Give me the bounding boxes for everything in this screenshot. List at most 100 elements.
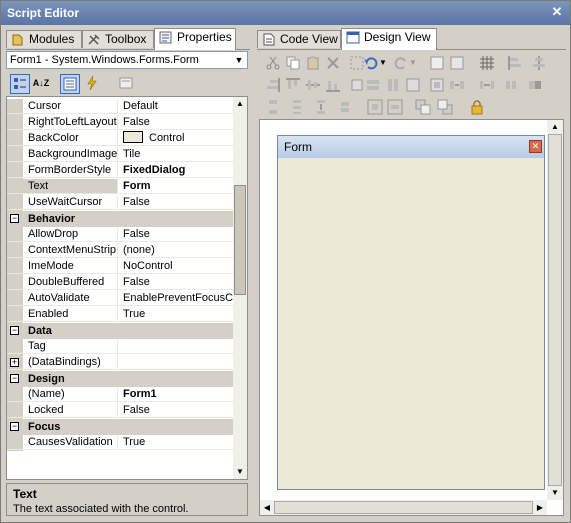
scroll-down-icon[interactable]: ▼ xyxy=(233,465,247,479)
property-row[interactable]: DoubleBuffered False xyxy=(7,275,233,291)
bring-to-front-icon[interactable] xyxy=(415,99,431,115)
lock-controls-icon[interactable] xyxy=(449,55,465,71)
property-row[interactable]: Tag xyxy=(7,339,233,355)
events-button[interactable] xyxy=(82,74,102,94)
scroll-thumb[interactable] xyxy=(274,501,533,514)
tab-order-icon[interactable] xyxy=(429,55,445,71)
property-value[interactable]: Default xyxy=(119,99,233,114)
property-value[interactable] xyxy=(119,355,233,370)
undo-icon[interactable] xyxy=(363,55,379,71)
chevron-down-icon[interactable]: ▼ xyxy=(231,52,247,68)
make-same-size-icon[interactable] xyxy=(405,77,421,93)
categorized-button[interactable] xyxy=(10,74,30,94)
canvas-vertical-scrollbar[interactable]: ▲ ▼ xyxy=(547,120,563,500)
property-pages-button[interactable] xyxy=(116,74,136,94)
property-row[interactable]: Text Form xyxy=(7,179,233,195)
tab-code-view[interactable]: Code View xyxy=(257,30,341,48)
property-category[interactable]: − Data xyxy=(7,323,233,339)
delete-icon[interactable] xyxy=(325,55,341,71)
property-value[interactable]: False xyxy=(119,115,233,130)
grid-icon[interactable] xyxy=(479,55,495,71)
property-row[interactable]: Enabled True xyxy=(7,307,233,323)
property-row[interactable]: ImeMode NoControl xyxy=(7,259,233,275)
align-bottom-icon[interactable] xyxy=(325,77,341,93)
collapse-icon[interactable]: − xyxy=(10,422,19,431)
decrease-hspacing-icon[interactable] xyxy=(503,77,519,93)
property-value[interactable]: True xyxy=(119,435,233,450)
align-center-icon[interactable] xyxy=(531,55,547,71)
paste-icon[interactable] xyxy=(305,55,321,71)
cut-icon[interactable] xyxy=(265,55,281,71)
property-value[interactable]: Tile xyxy=(119,147,233,162)
property-value[interactable]: Form1 xyxy=(119,387,233,402)
property-row[interactable]: + (DataBindings) xyxy=(7,355,233,371)
center-horizontally-icon[interactable] xyxy=(367,99,383,115)
property-value[interactable]: True xyxy=(119,307,233,322)
lock-icon[interactable] xyxy=(469,99,485,115)
object-selector[interactable]: Form1 - System.Windows.Forms.Form ▼ xyxy=(6,51,248,69)
scroll-up-icon[interactable]: ▲ xyxy=(233,97,247,111)
property-value[interactable]: False xyxy=(119,195,233,210)
redo-dropdown-icon[interactable]: ▼ xyxy=(409,55,425,71)
property-value[interactable]: EnablePreventFocusChange xyxy=(119,291,233,306)
make-vspacing-equal-icon[interactable] xyxy=(289,99,305,115)
align-middle-icon[interactable] xyxy=(305,77,321,93)
collapse-icon[interactable]: − xyxy=(10,214,19,223)
vertical-spacing-icon[interactable] xyxy=(265,99,281,115)
make-same-height-icon[interactable] xyxy=(385,77,401,93)
copy-icon[interactable] xyxy=(285,55,301,71)
property-row[interactable]: (Name) Form1 xyxy=(7,387,233,403)
property-row[interactable]: CausesValidation True xyxy=(7,435,233,451)
property-value[interactable]: Control xyxy=(119,131,233,146)
make-same-width-icon[interactable] xyxy=(365,77,381,93)
property-value[interactable]: Form xyxy=(119,179,233,194)
property-grid-scrollbar[interactable]: ▲ ▼ xyxy=(233,97,247,479)
property-value[interactable]: False xyxy=(119,227,233,242)
align-left-icon[interactable] xyxy=(507,55,523,71)
increase-hspacing-icon[interactable] xyxy=(479,77,495,93)
scroll-down-icon[interactable]: ▼ xyxy=(547,486,563,500)
tab-properties[interactable]: Properties xyxy=(154,28,236,50)
align-to-grid-icon[interactable] xyxy=(349,77,365,93)
property-value[interactable]: NoControl xyxy=(119,259,233,274)
tab-toolbox[interactable]: Toolbox xyxy=(82,30,154,48)
property-value[interactable]: False xyxy=(119,403,233,418)
property-row[interactable]: Cursor Default xyxy=(7,99,233,115)
property-value[interactable]: False xyxy=(119,275,233,290)
property-row[interactable]: RightToLeftLayout False xyxy=(7,115,233,131)
property-row[interactable]: BackgroundImage Tile xyxy=(7,147,233,163)
property-row[interactable]: FormBorderStyle FixedDialog xyxy=(7,163,233,179)
canvas-horizontal-scrollbar[interactable]: ◀ ▶ xyxy=(260,500,547,515)
decrease-vspacing-icon[interactable] xyxy=(337,99,353,115)
property-category[interactable]: − Focus xyxy=(7,419,233,435)
property-row[interactable]: Locked False xyxy=(7,403,233,419)
remove-hspacing-icon[interactable] xyxy=(527,77,543,93)
property-value[interactable]: (none) xyxy=(119,243,233,258)
send-to-back-icon[interactable] xyxy=(437,99,453,115)
properties-view-button[interactable] xyxy=(60,74,80,94)
increase-vspacing-icon[interactable] xyxy=(313,99,329,115)
property-row[interactable]: BackColor Control xyxy=(7,131,233,147)
size-to-grid-icon[interactable] xyxy=(429,77,445,93)
scroll-thumb[interactable] xyxy=(234,185,246,295)
scroll-thumb[interactable] xyxy=(548,134,562,486)
scroll-left-icon[interactable]: ◀ xyxy=(260,500,274,515)
scroll-right-icon[interactable]: ▶ xyxy=(533,500,547,515)
collapse-icon[interactable]: − xyxy=(10,326,19,335)
redo-icon[interactable] xyxy=(393,55,409,71)
tab-modules[interactable]: Modules xyxy=(6,30,82,48)
property-row[interactable]: UseWaitCursor False xyxy=(7,195,233,211)
property-category[interactable]: − Behavior xyxy=(7,211,233,227)
property-value[interactable]: FixedDialog xyxy=(119,163,233,178)
horizontal-spacing-icon[interactable] xyxy=(449,77,465,93)
property-row[interactable]: AllowDrop False xyxy=(7,227,233,243)
alphabetical-button[interactable]: A↓Z xyxy=(31,74,51,94)
property-row[interactable]: ContextMenuStrip (none) xyxy=(7,243,233,259)
property-value[interactable] xyxy=(119,339,233,354)
collapse-icon[interactable]: − xyxy=(10,374,19,383)
close-icon[interactable]: ✕ xyxy=(550,5,564,19)
tab-design-view[interactable]: Design View xyxy=(341,28,437,50)
form-preview[interactable]: Form ✕ xyxy=(277,135,545,490)
scroll-up-icon[interactable]: ▲ xyxy=(547,120,563,134)
property-category[interactable]: − Design xyxy=(7,371,233,387)
